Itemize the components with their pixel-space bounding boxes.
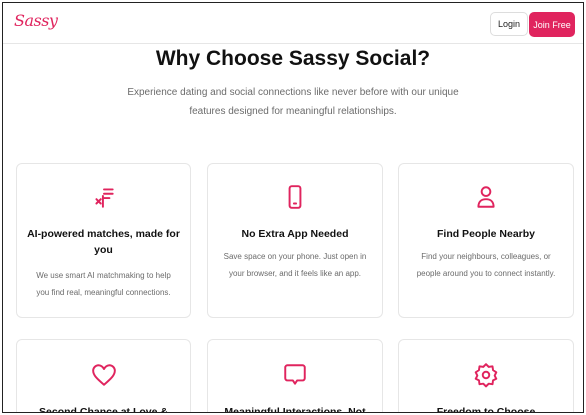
browser-frame: Sassy Login Join Free Why Choose Sassy S…: [2, 2, 584, 413]
login-button[interactable]: Login: [490, 12, 528, 36]
feature-card-second-chance: Second Chance at Love &: [16, 339, 191, 413]
card-description: Find your neighbours, colleagues, or peo…: [416, 252, 556, 278]
card-title: Second Chance at Love &: [39, 406, 168, 413]
section-title: Why Choose Sassy Social?: [155, 47, 431, 70]
heart-icon: [91, 364, 116, 386]
card-title: AI-powered matches, made for you: [27, 228, 180, 256]
badge-icon: [474, 363, 498, 388]
sparkle-lines-icon: [94, 188, 114, 208]
card-title: No Extra App Needed: [241, 228, 349, 240]
section-subtitle: Experience dating and social connections…: [127, 87, 459, 117]
card-description: We use smart AI matchmaking to help you …: [36, 271, 171, 297]
user-icon: [477, 186, 495, 208]
feature-card-interactions: Meaningful Interactions, Not: [207, 339, 383, 413]
join-free-button[interactable]: Join Free: [529, 12, 575, 37]
card-title: Meaningful Interactions, Not: [224, 406, 366, 413]
site-header: Sassy Login Join Free: [3, 3, 583, 44]
feature-card-ai-matches: AI-powered matches, made for you We use …: [16, 163, 191, 318]
card-title: Freedom to Choose: [436, 406, 536, 413]
card-title: Find People Nearby: [436, 228, 536, 240]
card-description: Save space on your phone. Just open in y…: [223, 252, 367, 278]
message-square-icon: [284, 364, 306, 385]
feature-card-freedom: Freedom to Choose: [398, 339, 574, 413]
feature-card-nearby: Find People Nearby Find your neighbours,…: [398, 163, 574, 318]
logo[interactable]: Sassy: [14, 11, 58, 30]
smartphone-icon: [288, 185, 302, 209]
feature-card-no-app: No Extra App Needed Save space on your p…: [207, 163, 383, 318]
